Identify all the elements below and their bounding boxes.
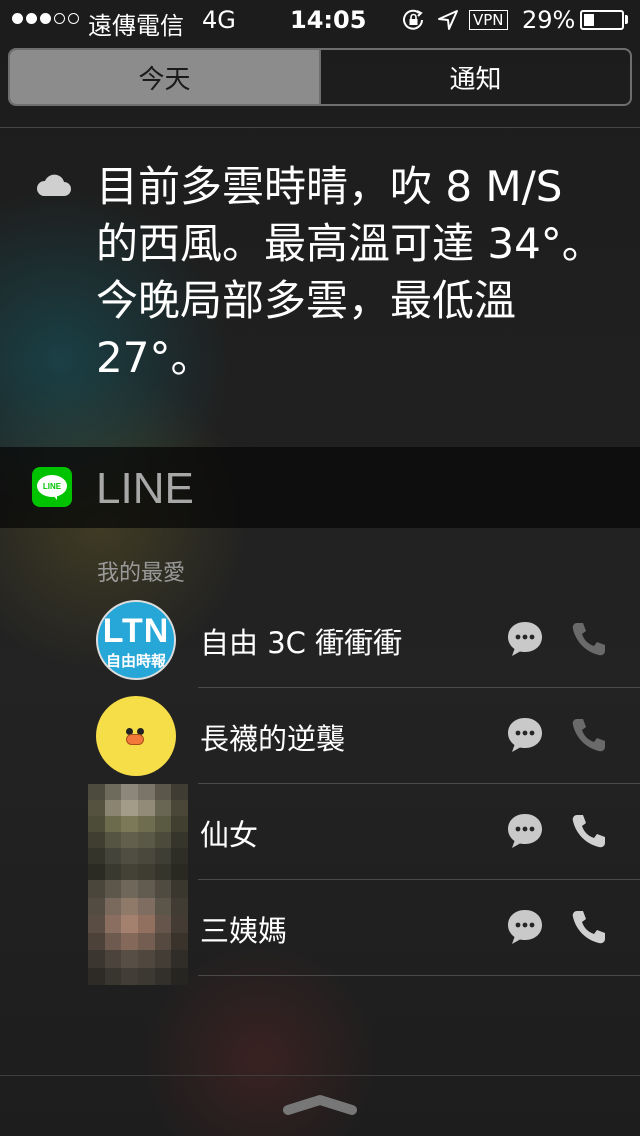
contact-row[interactable]: 三姨媽: [0, 880, 640, 985]
tab-today[interactable]: 今天: [10, 50, 319, 104]
close-grabber-icon[interactable]: [282, 1090, 358, 1118]
network-type: 4G: [202, 6, 236, 34]
status-bar: 遠傳電信 4G 14:05 VPN 29%: [0, 0, 640, 40]
avatar: [88, 880, 188, 985]
avatar: LTN 自由時報: [96, 600, 176, 680]
chat-bubble-icon[interactable]: [506, 716, 544, 754]
phone-icon[interactable]: [570, 908, 608, 946]
contact-row[interactable]: LTN 自由時報 自由 3C 衝衝衝: [0, 592, 640, 688]
avatar: [96, 696, 176, 776]
contact-name: 長襪的逆襲: [200, 722, 346, 756]
notification-center-tabs: 今天 通知: [8, 48, 632, 106]
contact-name: 自由 3C 衝衝衝: [200, 626, 403, 660]
contact-row[interactable]: 長襪的逆襲: [0, 688, 640, 784]
contact-name: 三姨媽: [200, 914, 288, 948]
weather-summary: 目前多雲時晴，吹 8 M/S 的西風。最高溫可達 34°。今晚局部多雲，最低溫 …: [96, 162, 604, 382]
divider: [0, 1075, 640, 1076]
clock: 14:05: [290, 6, 367, 34]
carrier-name: 遠傳電信: [88, 12, 184, 40]
line-widget-header[interactable]: LINE LINE: [0, 447, 640, 528]
phone-icon[interactable]: [570, 812, 608, 850]
location-icon: [438, 10, 458, 30]
chat-bubble-icon[interactable]: [506, 812, 544, 850]
tab-notifications[interactable]: 通知: [319, 50, 630, 104]
contact-name: 仙女: [200, 818, 259, 852]
divider: [0, 127, 640, 128]
contact-row[interactable]: 仙女: [0, 784, 640, 880]
favorites-heading: 我的最愛: [97, 561, 186, 586]
vpn-badge: VPN: [469, 10, 508, 30]
chat-bubble-icon[interactable]: [506, 620, 544, 658]
phone-icon[interactable]: [570, 620, 608, 658]
cloud-icon: [36, 174, 71, 196]
chat-bubble-icon[interactable]: [506, 908, 544, 946]
avatar: [88, 784, 188, 880]
battery-percent: 29%: [522, 6, 576, 34]
line-logo-icon: LINE: [32, 467, 72, 507]
signal-strength-icon: [12, 13, 79, 24]
battery-icon: [580, 10, 624, 30]
line-widget-title: LINE: [96, 464, 194, 513]
rotation-lock-icon: [403, 9, 423, 30]
phone-icon[interactable]: [570, 716, 608, 754]
